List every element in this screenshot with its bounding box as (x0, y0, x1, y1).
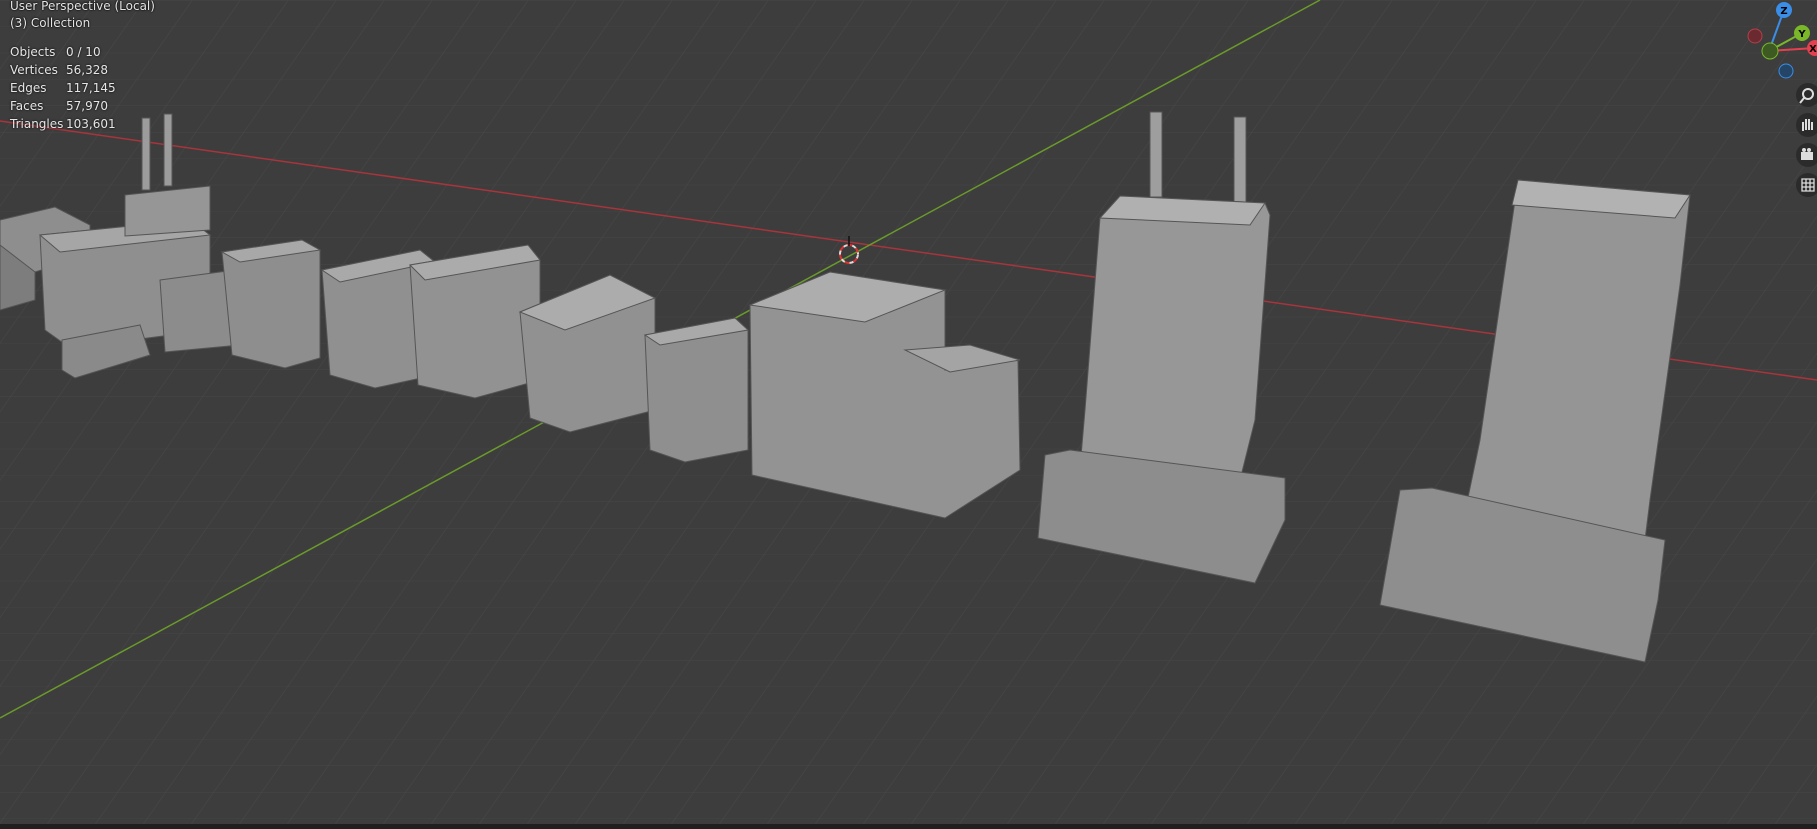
bottom-status-strip (0, 824, 1817, 829)
scene-statistics: Objects 0 / 10 Vertices 56,328 Edges 117,14… (10, 45, 116, 135)
gizmo-y-icon[interactable]: Y (1794, 25, 1810, 41)
building-model[interactable] (643, 317, 750, 463)
viewport-scene[interactable] (0, 0, 1817, 829)
gizmo-x-icon[interactable]: X (1807, 40, 1817, 56)
gizmo-z-icon[interactable]: Z (1776, 2, 1792, 18)
zoom-icon[interactable] (1796, 83, 1817, 107)
3d-viewport[interactable]: User Perspective (Local) (3) Collection … (0, 0, 1817, 829)
stat-edges: Edges 117,145 (10, 81, 116, 95)
building-model[interactable] (220, 239, 322, 369)
gizmo-origin-icon[interactable] (1761, 42, 1779, 60)
stat-triangles: Triangles 103,601 (10, 117, 116, 131)
navigation-gizmo[interactable]: Z Y X (1742, 0, 1817, 80)
svg-text:X: X (1809, 44, 1817, 55)
svg-text:Z: Z (1780, 6, 1787, 17)
stat-faces: Faces 57,970 (10, 99, 108, 113)
stat-vertices: Vertices 56,328 (10, 63, 108, 77)
gizmo-neg-z-icon[interactable] (1778, 63, 1794, 79)
collection-label: (3) Collection (10, 16, 91, 30)
svg-text:Y: Y (1797, 29, 1806, 40)
grid-ortho-icon[interactable] (1796, 173, 1817, 197)
gizmo-neg-x-icon[interactable] (1747, 28, 1763, 44)
hand-pan-icon[interactable] (1796, 113, 1817, 137)
camera-icon[interactable] (1796, 143, 1817, 167)
stat-objects: Objects 0 / 10 (10, 45, 101, 59)
viewport-mode-label: User Perspective (Local) (10, 0, 155, 13)
